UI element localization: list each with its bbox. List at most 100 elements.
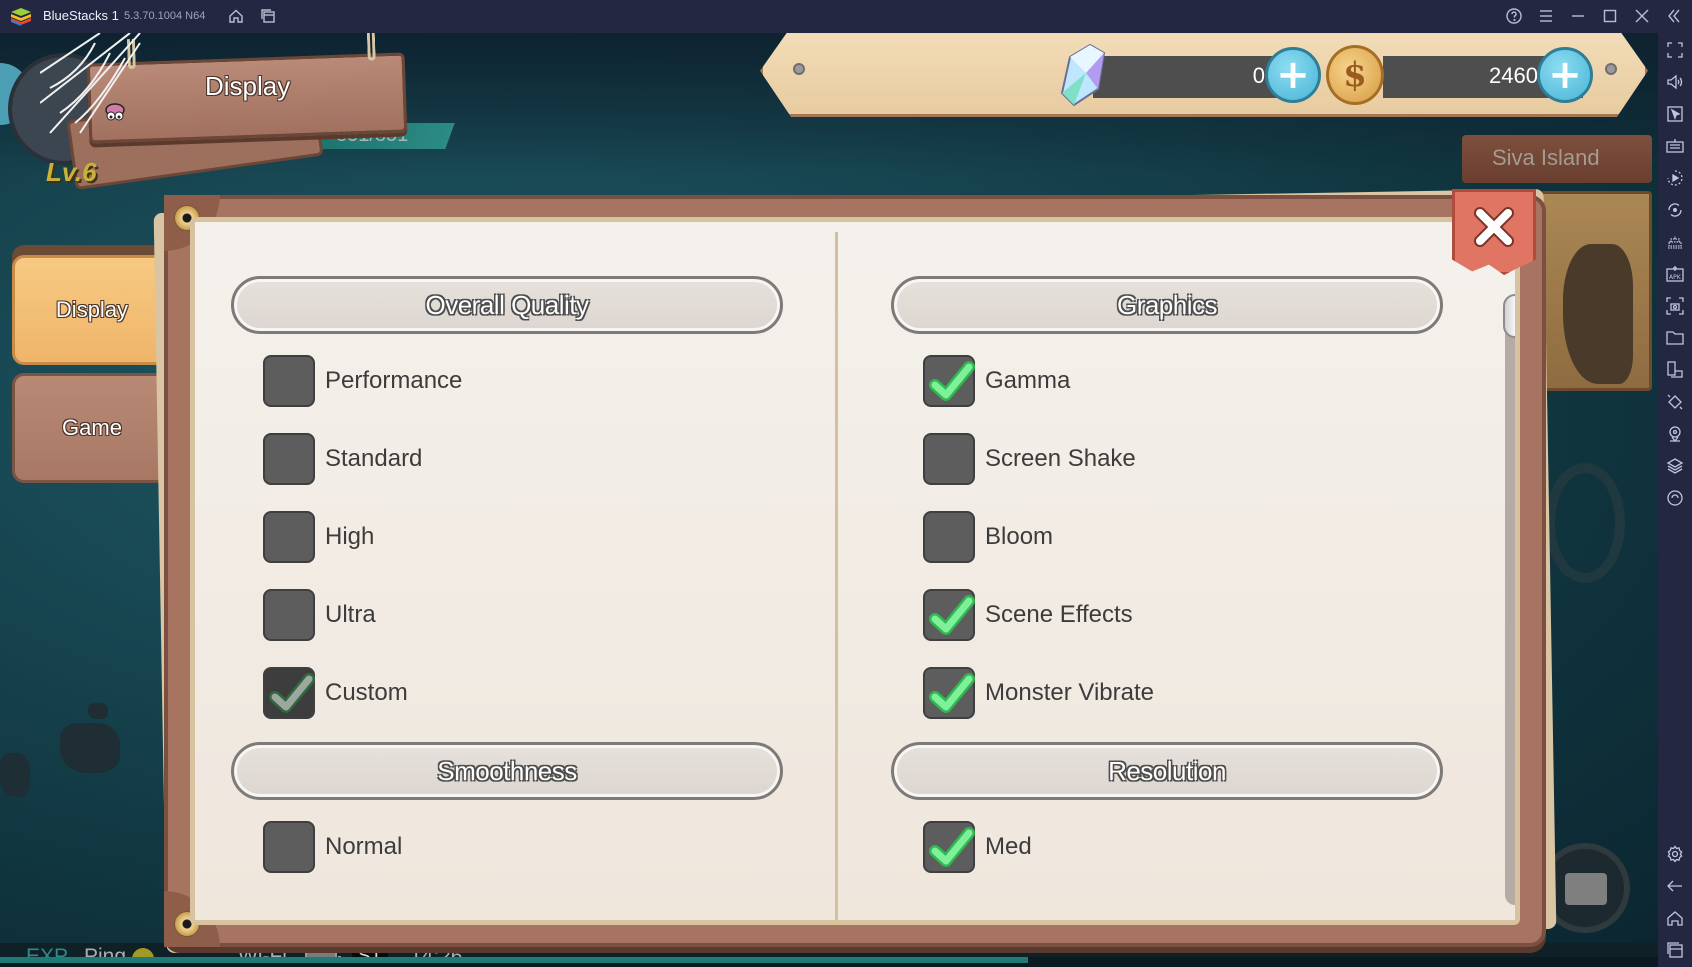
option-scene-effects[interactable]: Scene Effects xyxy=(923,588,1133,642)
checkmark-icon xyxy=(929,595,975,635)
macro-icon[interactable] xyxy=(1666,233,1684,251)
spiderweb-icon xyxy=(40,33,141,134)
multi-instance-manager-icon[interactable] xyxy=(1666,361,1684,379)
bluestacks-logo-icon xyxy=(11,8,31,26)
minimap[interactable] xyxy=(1540,191,1652,391)
close-icon[interactable] xyxy=(1632,6,1652,26)
option-monster-vibrate[interactable]: Monster Vibrate xyxy=(923,666,1154,720)
tab-game[interactable]: Game xyxy=(12,373,172,483)
fullscreen-icon[interactable] xyxy=(1666,41,1684,59)
app-title: BlueStacks 1 xyxy=(43,8,119,23)
option-label: Bloom xyxy=(985,523,1054,550)
checkbox[interactable] xyxy=(263,433,315,485)
gem-count: 0 xyxy=(1252,63,1265,88)
close-dialog-button[interactable] xyxy=(1452,189,1536,275)
checkmark-icon xyxy=(929,673,975,713)
android-home-icon[interactable] xyxy=(1666,909,1684,927)
checkbox[interactable] xyxy=(263,589,315,641)
board-title: Display xyxy=(205,71,291,101)
option-label: Ultra xyxy=(325,601,376,628)
home-icon[interactable] xyxy=(226,6,246,26)
exp-bar-fill xyxy=(0,957,1028,963)
option-custom[interactable]: Custom xyxy=(263,666,408,720)
checkbox[interactable] xyxy=(923,355,975,407)
option-ultra[interactable]: Ultra xyxy=(263,588,376,642)
tab-display-label: Display xyxy=(55,297,129,322)
volume-icon[interactable] xyxy=(1666,73,1684,91)
checkbox[interactable] xyxy=(263,355,315,407)
section-header-smoothness: Smoothness xyxy=(231,742,783,800)
option-bloom[interactable]: Bloom xyxy=(923,510,1053,564)
lock-icon xyxy=(1565,873,1607,905)
location-icon[interactable] xyxy=(1666,425,1684,443)
checkmark-icon xyxy=(269,673,315,713)
option-label: Monster Vibrate xyxy=(985,679,1154,706)
checkbox[interactable] xyxy=(263,667,315,719)
checkbox[interactable] xyxy=(923,589,975,641)
shake-icon[interactable] xyxy=(1666,393,1684,411)
checkbox[interactable] xyxy=(263,511,315,563)
option-screen-shake[interactable]: Screen Shake xyxy=(923,432,1136,486)
option-label: Screen Shake xyxy=(985,445,1136,472)
option-standard[interactable]: Standard xyxy=(263,432,422,486)
folder-icon[interactable] xyxy=(1666,329,1684,347)
gem-icon xyxy=(1060,43,1106,107)
option-med[interactable]: Med xyxy=(923,820,1032,874)
section-header-overall-quality: Overall Quality xyxy=(231,276,783,334)
multi-instance-icon[interactable] xyxy=(258,6,278,26)
add-gems-button[interactable]: + xyxy=(1265,47,1321,103)
screenshot-icon[interactable] xyxy=(1666,297,1684,315)
app-version: 5.3.70.1004 N64 xyxy=(124,10,206,22)
checkbox[interactable] xyxy=(923,511,975,563)
option-normal[interactable]: Normal xyxy=(263,820,402,874)
section-header-graphics: Graphics xyxy=(891,276,1443,334)
option-label: High xyxy=(325,523,375,550)
window-titlebar: BlueStacks 1 5.3.70.1004 N64 xyxy=(0,0,1692,33)
collapse-sidebar-icon[interactable] xyxy=(1664,6,1684,26)
checkmark-icon xyxy=(929,361,975,401)
maximize-icon[interactable] xyxy=(1600,6,1620,26)
pointer-icon[interactable] xyxy=(1666,105,1684,123)
back-icon[interactable] xyxy=(1666,877,1684,895)
option-high[interactable]: High xyxy=(263,510,374,564)
gold-coin-icon: $ xyxy=(1326,45,1384,105)
sync-icon[interactable] xyxy=(1666,489,1684,507)
minimize-icon[interactable] xyxy=(1568,6,1588,26)
section-header-resolution: Resolution xyxy=(891,742,1443,800)
option-gamma[interactable]: Gamma xyxy=(923,354,1070,408)
bluestacks-sidebar: APK xyxy=(1658,33,1692,967)
settings-icon[interactable] xyxy=(1666,845,1684,863)
companion-avatar[interactable] xyxy=(1545,463,1625,583)
close-x-icon xyxy=(1474,207,1514,247)
checkbox[interactable] xyxy=(923,821,975,873)
rock xyxy=(0,753,30,797)
location-name: Siva Island xyxy=(1492,145,1600,170)
settings-dialog: Overall Quality Performance Standard High U… xyxy=(164,195,1546,947)
rock xyxy=(88,703,108,719)
rotate-icon[interactable] xyxy=(1666,201,1684,219)
gold-count: 2460 xyxy=(1489,63,1538,88)
add-gold-button[interactable]: + xyxy=(1537,47,1593,103)
game-viewport: 851/851 Display Lv.6 0 + 2460 + $ Siva I… xyxy=(0,33,1658,967)
scrollbar-track[interactable] xyxy=(1505,297,1515,905)
svg-text:APK: APK xyxy=(1669,274,1682,281)
layers-icon[interactable] xyxy=(1666,457,1684,475)
checkbox[interactable] xyxy=(923,433,975,485)
help-icon[interactable] xyxy=(1504,6,1524,26)
option-performance[interactable]: Performance xyxy=(263,354,462,408)
record-icon[interactable] xyxy=(1666,169,1684,187)
tab-game-label: Game xyxy=(62,415,122,440)
recent-apps-icon[interactable] xyxy=(1666,941,1684,959)
checkbox[interactable] xyxy=(263,821,315,873)
player-level: Lv.6 xyxy=(46,157,97,187)
option-label: Standard xyxy=(325,445,423,472)
menu-icon[interactable] xyxy=(1536,6,1556,26)
apk-install-icon[interactable]: APK xyxy=(1666,265,1684,283)
keyboard-icon[interactable] xyxy=(1666,137,1684,155)
scrollbar-thumb[interactable] xyxy=(1503,294,1515,338)
option-label: Custom xyxy=(325,679,408,706)
column-divider xyxy=(835,232,838,920)
option-label: Scene Effects xyxy=(985,601,1133,628)
checkbox[interactable] xyxy=(923,667,975,719)
tab-display[interactable]: Display xyxy=(12,255,172,365)
